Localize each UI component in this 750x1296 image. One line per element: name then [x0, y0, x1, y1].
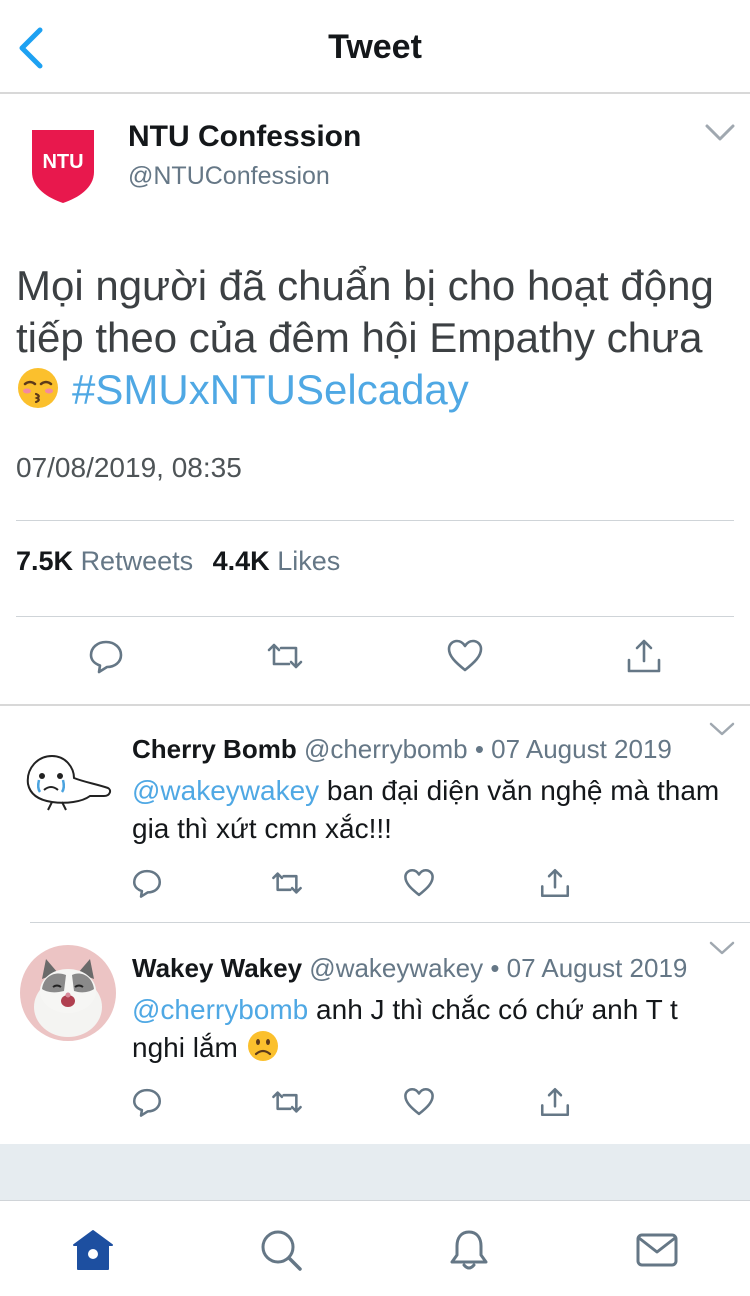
heart-icon [447, 639, 483, 672]
reply-author-handle[interactable]: @cherrybomb [304, 734, 468, 764]
reply-menu-button[interactable] [708, 939, 736, 957]
divider [16, 616, 734, 617]
author-handle[interactable]: @NTUConfession [128, 162, 330, 191]
reply-author-name[interactable]: Cherry Bomb [132, 734, 297, 764]
cat-avatar [20, 945, 116, 1041]
ntu-logo: NTU [32, 130, 94, 203]
retweet-count[interactable]: 7.5K [16, 546, 73, 576]
share-button[interactable] [538, 866, 572, 900]
reply-icon [132, 1088, 162, 1117]
share-icon [627, 639, 661, 673]
tab-search[interactable] [258, 1227, 304, 1273]
page-title: Tweet [328, 28, 422, 66]
reply-button[interactable] [130, 1085, 164, 1119]
tab-notifications[interactable] [446, 1227, 492, 1273]
avatar[interactable]: NTU [30, 128, 96, 204]
messages-icon [636, 1233, 678, 1267]
reply-text: @wakeywakey ban đại diện văn nghệ mà tha… [132, 772, 732, 848]
chevron-down-icon [709, 941, 735, 955]
share-icon [540, 868, 570, 898]
chevron-down-icon [709, 722, 735, 736]
reply-icon [132, 869, 162, 898]
retweet-icon [272, 1091, 302, 1113]
avatar-label: NTU [42, 151, 83, 173]
bottom-tab-bar [0, 1200, 750, 1296]
reply-author-handle[interactable]: @wakeywakey [309, 953, 483, 983]
meta-separator: • [467, 734, 492, 764]
retweet-button[interactable] [265, 636, 305, 676]
retweets-label[interactable]: Retweets [81, 546, 194, 576]
share-button[interactable] [624, 636, 664, 676]
kissing-face-emoji-icon [18, 368, 58, 408]
like-count[interactable]: 4.4K [213, 546, 270, 576]
meta-separator: • [483, 953, 507, 983]
home-icon [73, 1230, 113, 1270]
retweet-icon [272, 872, 302, 894]
tweet-body: Mọi người đã chuẩn bị cho hoạt động tiếp… [16, 262, 714, 361]
timeline-end-spacer [0, 1144, 750, 1200]
heart-icon [404, 1087, 434, 1116]
like-button[interactable] [402, 1085, 436, 1119]
tweet-stats: 7.5K Retweets 4.4K Likes [16, 546, 352, 577]
reply-menu-button[interactable] [708, 720, 736, 738]
hashtag-link[interactable]: #SMUxNTUSelcaday [72, 366, 469, 413]
reply-header: Wakey Wakey @wakeywakey • 07 August 2019 [132, 953, 687, 984]
like-button[interactable] [402, 866, 436, 900]
chevron-down-icon [705, 124, 735, 141]
retweet-icon [267, 643, 303, 669]
mention-link[interactable]: @cherrybomb [132, 994, 308, 1025]
share-button[interactable] [538, 1085, 572, 1119]
heart-icon [404, 868, 434, 897]
reply-actions [0, 866, 750, 906]
mention-link[interactable]: @wakeywakey [132, 775, 319, 806]
likes-label[interactable]: Likes [277, 546, 340, 576]
tweet-timestamp: 07/08/2019, 08:35 [16, 452, 242, 483]
reply-button[interactable] [86, 636, 126, 676]
reply-text: @cherrybomb anh J thì chắc có chứ anh T … [132, 991, 732, 1067]
tweet-menu-button[interactable] [704, 122, 736, 144]
tweet-text: Mọi người đã chuẩn bị cho hoạt động tiếp… [16, 260, 740, 416]
avatar[interactable] [22, 744, 114, 814]
tab-home[interactable] [70, 1227, 116, 1273]
reply-icon [89, 640, 123, 674]
tweet-actions [0, 636, 750, 686]
divider [16, 520, 734, 521]
retweet-button[interactable] [270, 1085, 304, 1119]
reply-date: 07 August 2019 [506, 953, 688, 983]
reply-author-name[interactable]: Wakey Wakey [132, 953, 302, 983]
reply-button[interactable] [130, 866, 164, 900]
frowning-face-emoji-icon [247, 1031, 278, 1061]
share-icon [540, 1087, 570, 1117]
like-button[interactable] [445, 636, 485, 676]
reply-header: Cherry Bomb @cherrybomb • 07 August 2019 [132, 734, 672, 765]
top-bar: Tweet [0, 0, 750, 94]
reply-actions [0, 1085, 750, 1125]
search-icon [261, 1230, 302, 1271]
reply-date: 07 August 2019 [491, 734, 672, 764]
notifications-icon [450, 1230, 488, 1270]
avatar[interactable] [20, 945, 116, 1041]
author-name[interactable]: NTU Confession [128, 120, 361, 154]
retweet-button[interactable] [270, 866, 304, 900]
crying-seal-avatar [26, 754, 112, 811]
divider [30, 922, 750, 923]
tab-messages[interactable] [634, 1227, 680, 1273]
section-divider [0, 704, 750, 706]
